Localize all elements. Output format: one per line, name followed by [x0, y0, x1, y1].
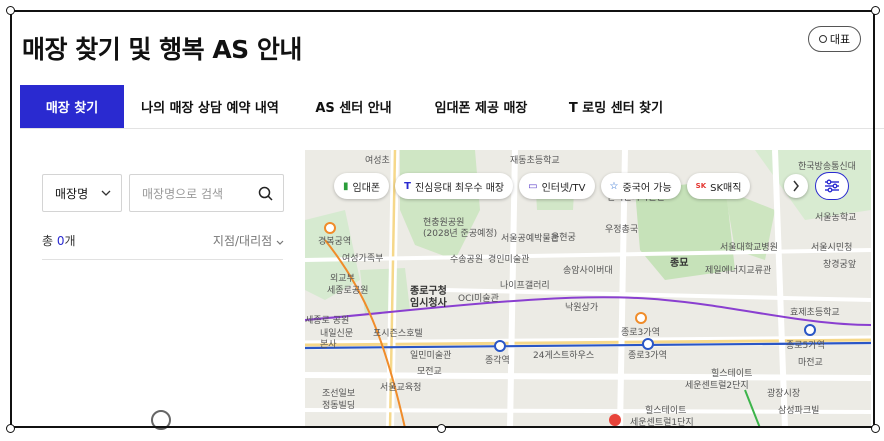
map-place-label: 세운센트럴1단지	[630, 418, 694, 428]
chip-best-service-store[interactable]: T 진심응대 최우수 매장	[395, 173, 514, 199]
resize-handle-top-right[interactable]	[871, 6, 880, 15]
map-place-label: 여성초	[365, 156, 390, 166]
map-place-label: 세종로 공원	[305, 316, 350, 326]
map-place-label: 서울교육청	[380, 383, 422, 393]
count-prefix: 총	[42, 234, 57, 248]
branch-filter-dropdown[interactable]: 지점/대리점	[213, 232, 284, 249]
t-logo-icon: T	[404, 180, 411, 192]
map-place-label: 광장시장	[767, 389, 801, 399]
map-place-label: 경복궁역	[318, 237, 352, 247]
search-placeholder: 매장명으로 검색	[142, 186, 224, 201]
chip-chinese-available[interactable]: ☆ 중국어 가능	[600, 173, 681, 199]
map-place-label: 임시청사	[410, 298, 447, 309]
map-place-label: 나이프갤러리	[500, 281, 550, 291]
resize-handle-bottom-left[interactable]	[6, 424, 15, 433]
chips-scroll-right-button[interactable]	[784, 174, 808, 198]
map-place-label: 제일에너지교류관	[705, 266, 772, 276]
map-place-label: 효제초등학교	[790, 308, 840, 318]
branch-filter-label: 지점/대리점	[212, 234, 273, 248]
sliders-icon	[825, 179, 839, 193]
divider	[42, 259, 283, 260]
tab-label: 매장 찾기	[45, 101, 99, 116]
count-value: 0	[56, 234, 65, 248]
sk-magic-icon: SK	[695, 182, 707, 190]
count-suffix: 개	[64, 234, 76, 248]
tab-label: T 로밍 센터 찾기	[568, 101, 664, 116]
select-value: 매장명	[55, 186, 89, 201]
tab-label: AS 센터 안내	[315, 101, 392, 116]
tab-my-reservations[interactable]: 나의 매장 상담 예약 내역	[124, 85, 296, 128]
map-place-label: 우정총국	[605, 225, 639, 235]
map-place-label: 모전교	[417, 367, 442, 377]
representative-button[interactable]: 대표	[808, 26, 861, 52]
star-icon: ☆	[609, 180, 619, 192]
search-icon[interactable]	[258, 186, 273, 201]
map-filter-chips: ▮ 임대폰 T 진심응대 최우수 매장 ▭ 인터넷/TV ☆ 중국어 가능 SK SK매직	[334, 173, 751, 199]
map-place-label: 여성가족부	[342, 254, 384, 264]
map-place-label: 포시즌스호텔	[373, 329, 423, 339]
map-place-label: 세운센트럴2단지	[685, 381, 749, 391]
store-search-input[interactable]: 매장명으로 검색	[129, 174, 284, 212]
tab-t-roaming-center[interactable]: T 로밍 센터 찾기	[551, 85, 681, 128]
chip-label: 임대폰	[352, 182, 381, 194]
map-place-label: 삼성파크빌	[778, 406, 820, 416]
map-place-label: 종로3가역	[621, 328, 660, 338]
tab-label: 나의 매장 상담 예약 내역	[141, 101, 279, 116]
page-title: 매장 찾기 및 행복 AS 안내	[22, 35, 302, 64]
circle-icon	[818, 35, 827, 43]
map-place-label: 종로3가역	[628, 351, 667, 361]
map-place-label: 서울농학교	[815, 213, 857, 223]
tab-rental-phone-stores[interactable]: 임대폰 제공 매장	[411, 85, 551, 128]
chip-label: SK매직	[710, 182, 742, 194]
chevron-right-icon	[793, 180, 799, 192]
tab-label: 임대폰 제공 매장	[434, 101, 528, 116]
loading-spinner	[151, 410, 171, 430]
chip-internet-tv[interactable]: ▭ 인터넷/TV	[519, 173, 595, 199]
map-place-label: 본사	[320, 340, 337, 350]
map-place-label: 일민미술관	[410, 351, 452, 361]
map-place-label: 창경궁앞	[823, 260, 857, 270]
map-place-label: 세종로공원	[327, 286, 369, 296]
store-map[interactable]: 재동초등학교 한국방송통신대 여성초 한국만화박물관 우정총국 운현궁 서울공예…	[305, 150, 871, 428]
tv-icon: ▭	[528, 180, 538, 192]
chip-label: 인터넷/TV	[541, 182, 586, 194]
resize-handle-top-left[interactable]	[6, 6, 15, 15]
map-filter-settings-button[interactable]	[815, 172, 849, 200]
search-panel: 매장명 매장명으로 검색 총 0개 지점/대리점	[22, 150, 305, 430]
tab-store-finder[interactable]: 매장 찾기	[20, 85, 124, 128]
tab-bar: 매장 찾기 나의 매장 상담 예약 내역 AS 센터 안내 임대폰 제공 매장 …	[20, 85, 884, 129]
map-place-label: 24게스트하우스	[533, 351, 595, 361]
map-place-label: 수송공원	[450, 255, 484, 265]
phone-icon: ▮	[343, 180, 349, 192]
chevron-down-icon	[276, 240, 284, 245]
chip-rental-phone[interactable]: ▮ 임대폰	[334, 173, 390, 199]
map-place-label: 정동빌딩	[322, 401, 356, 411]
map-place-label: OCI미술관	[458, 294, 499, 304]
search-type-select[interactable]: 매장명	[42, 174, 122, 212]
chip-label: 중국어 가능	[622, 182, 672, 194]
tab-as-center[interactable]: AS 센터 안내	[296, 85, 411, 128]
resize-handle-bottom-right[interactable]	[871, 424, 880, 433]
map-place-label: 종각역	[485, 356, 510, 366]
map-place-label: 한국방송통신대	[798, 162, 856, 172]
map-place-label: 서울대학교병원	[720, 243, 778, 253]
chip-sk-magic[interactable]: SK SK매직	[686, 173, 751, 199]
map-place-label: 서울시민청	[811, 243, 853, 253]
resize-handle-bottom-center[interactable]	[437, 424, 446, 433]
chevron-down-icon	[101, 190, 111, 196]
map-place-label: 낙원상가	[565, 303, 599, 313]
map-place-label: 재동초등학교	[510, 156, 560, 166]
map-place-label: 종로5가역	[786, 341, 825, 351]
map-place-label: 송암사이버대	[563, 266, 613, 276]
map-place-label: 경인미술관	[488, 255, 530, 265]
map-place-label: (2028년 준공예정)	[423, 229, 498, 239]
map-place-label: 서울공예박물관	[501, 234, 559, 244]
result-count: 총 0개	[42, 232, 76, 249]
representative-label: 대표	[829, 33, 851, 46]
map-place-label: 힐스테이트	[645, 406, 687, 416]
map-place-label: 종묘	[670, 258, 689, 269]
chip-label: 진심응대 최우수 매장	[414, 182, 505, 194]
map-place-label: 마전교	[798, 358, 823, 368]
